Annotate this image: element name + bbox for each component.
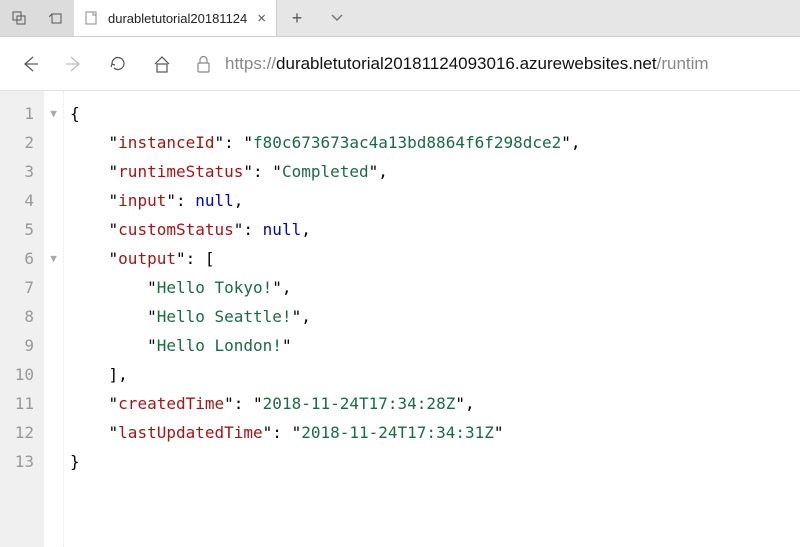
line-number: 3 — [0, 157, 34, 186]
navigation-toolbar: https://durabletutorial20181124093016.az… — [0, 37, 800, 91]
line-number: 10 — [0, 360, 34, 389]
json-viewer: 12345678910111213 ▼ ▼ { "instanceId": "f… — [0, 91, 800, 547]
code-line: ], — [70, 360, 800, 389]
code-line: "Hello Tokyo!", — [70, 273, 800, 302]
line-number: 11 — [0, 389, 34, 418]
tab-title: durabletutorial20181124 — [108, 11, 247, 26]
code-line: "Hello London!" — [70, 331, 800, 360]
chevron-down-icon — [330, 11, 344, 25]
tabs-list-icon — [49, 11, 63, 25]
code-line: "output": [ — [70, 244, 800, 273]
code-body[interactable]: { "instanceId": "f80c673673ac4a13bd8864f… — [64, 91, 800, 547]
new-tab-button[interactable]: + — [277, 0, 317, 36]
code-line: { — [70, 99, 800, 128]
code-line: "instanceId": "f80c673673ac4a13bd8864f6f… — [70, 128, 800, 157]
code-line: "input": null, — [70, 186, 800, 215]
line-number: 7 — [0, 273, 34, 302]
code-line: "lastUpdatedTime": "2018-11-24T17:34:31Z… — [70, 418, 800, 447]
line-number-gutter: 12345678910111213 — [0, 91, 44, 547]
code-line: "Hello Seattle!", — [70, 302, 800, 331]
set-aside-icon — [12, 11, 26, 25]
line-number: 8 — [0, 302, 34, 331]
url-protocol: https:// — [225, 54, 276, 74]
home-icon — [152, 54, 172, 74]
tab-close-button[interactable]: × — [257, 10, 266, 27]
code-line: "customStatus": null, — [70, 215, 800, 244]
set-aside-tabs-button[interactable] — [0, 0, 37, 36]
line-number: 2 — [0, 128, 34, 157]
line-number: 13 — [0, 447, 34, 476]
show-set-aside-tabs-button[interactable] — [37, 0, 74, 36]
home-button[interactable] — [140, 42, 184, 86]
arrow-left-icon — [20, 54, 40, 74]
browser-tab[interactable]: durabletutorial20181124 × — [74, 0, 277, 36]
line-number: 6 — [0, 244, 34, 273]
code-line: "createdTime": "2018-11-24T17:34:28Z", — [70, 389, 800, 418]
forward-button[interactable] — [52, 42, 96, 86]
code-line: "runtimeStatus": "Completed", — [70, 157, 800, 186]
address-bar[interactable]: https://durabletutorial20181124093016.az… — [184, 54, 792, 74]
url-path: /runtim — [657, 54, 709, 74]
back-button[interactable] — [8, 42, 52, 86]
line-number: 4 — [0, 186, 34, 215]
fold-toggle[interactable]: ▼ — [44, 244, 63, 273]
line-number: 9 — [0, 331, 34, 360]
refresh-button[interactable] — [96, 42, 140, 86]
tabs-menu-button[interactable] — [317, 0, 357, 36]
page-icon — [84, 10, 100, 26]
line-number: 5 — [0, 215, 34, 244]
refresh-icon — [108, 54, 128, 74]
code-line: } — [70, 447, 800, 476]
fold-toggle[interactable]: ▼ — [44, 99, 63, 128]
arrow-right-icon — [64, 54, 84, 74]
window-titlebar: durabletutorial20181124 × + — [0, 0, 800, 37]
fold-gutter: ▼ ▼ — [44, 91, 64, 547]
line-number: 12 — [0, 418, 34, 447]
url-host: durabletutorial20181124093016.azurewebsi… — [276, 54, 657, 74]
lock-icon — [196, 55, 211, 73]
line-number: 1 — [0, 99, 34, 128]
